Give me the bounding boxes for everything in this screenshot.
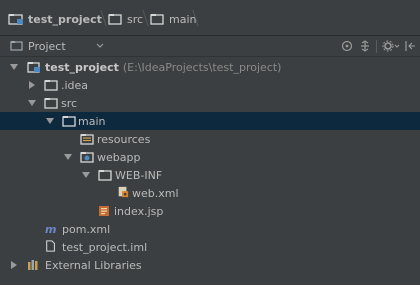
project-view-icon bbox=[10, 41, 23, 51]
folder-icon bbox=[44, 80, 58, 91]
chevron-down-icon[interactable] bbox=[96, 43, 104, 49]
folder-icon bbox=[98, 170, 112, 181]
expand-arrow-icon[interactable] bbox=[82, 171, 90, 179]
web-folder-icon bbox=[80, 152, 94, 163]
project-folder-icon bbox=[8, 14, 23, 25]
tree-item-label: webapp bbox=[97, 150, 141, 164]
tree-item-pom-xml[interactable]: m pom.xml bbox=[0, 220, 420, 238]
tree-item-external-libraries[interactable]: External Libraries bbox=[0, 256, 420, 274]
iml-file-icon bbox=[46, 240, 55, 252]
folder-icon bbox=[44, 98, 58, 109]
project-tool-window-header: Project bbox=[0, 36, 420, 57]
project-path: (E:\IdeaProjects\test_project) bbox=[122, 60, 282, 74]
navigation-bar: test_project src main bbox=[0, 0, 420, 36]
scroll-from-source-icon[interactable] bbox=[341, 40, 353, 52]
svg-text:m: m bbox=[45, 223, 56, 235]
libraries-icon bbox=[28, 260, 38, 270]
expand-arrow-icon[interactable] bbox=[10, 63, 18, 71]
tree-item-label: main bbox=[78, 114, 106, 128]
resources-folder-icon bbox=[80, 134, 94, 145]
expand-arrow-icon[interactable] bbox=[64, 153, 72, 161]
tree-item-label: test_project.iml bbox=[62, 240, 148, 254]
hide-icon[interactable] bbox=[404, 40, 418, 52]
collapse-arrow-icon[interactable] bbox=[10, 261, 18, 269]
folder-icon bbox=[150, 14, 164, 25]
maven-file-icon: m bbox=[45, 223, 56, 235]
tree-item-iml[interactable]: test_project.iml bbox=[0, 238, 420, 256]
collapse-arrow-icon[interactable] bbox=[28, 81, 36, 89]
breadcrumb-label: test_project bbox=[28, 12, 102, 26]
toolbar-divider bbox=[376, 40, 377, 53]
gear-icon[interactable] bbox=[382, 40, 400, 52]
tree-item-label: resources bbox=[97, 132, 151, 146]
tree-item-web-xml[interactable]: web.xml bbox=[0, 184, 420, 202]
tree-item-test-project[interactable]: test_project (E:\IdeaProjects\test_proje… bbox=[0, 58, 420, 76]
tree-item-label: test_project bbox=[45, 60, 119, 74]
tree-item-web-inf[interactable]: WEB-INF bbox=[0, 166, 420, 184]
tree-item-index-jsp[interactable]: index.jsp bbox=[0, 202, 420, 220]
tree-item-label: External Libraries bbox=[45, 258, 142, 272]
collapse-all-icon[interactable] bbox=[359, 40, 371, 52]
breadcrumb-item-test-project[interactable]: test_project bbox=[8, 12, 102, 26]
tree-item-idea[interactable]: .idea bbox=[0, 76, 420, 94]
tree-item-src[interactable]: src bbox=[0, 94, 420, 112]
project-folder-icon bbox=[27, 62, 40, 73]
tree-item-webapp[interactable]: webapp bbox=[0, 148, 420, 166]
tree-item-label: WEB-INF bbox=[115, 168, 163, 182]
tree-item-label: web.xml bbox=[132, 186, 179, 200]
project-tree: test_project (E:\IdeaProjects\test_proje… bbox=[0, 57, 420, 285]
tree-item-label: index.jsp bbox=[114, 204, 164, 218]
tree-item-label: src bbox=[61, 96, 78, 110]
expand-arrow-icon[interactable] bbox=[46, 117, 54, 125]
tree-item-label: pom.xml bbox=[62, 222, 111, 236]
expand-arrow-icon[interactable] bbox=[28, 99, 36, 107]
tree-item-resources[interactable]: resources bbox=[0, 130, 420, 148]
tree-item-main[interactable]: main bbox=[0, 112, 420, 130]
folder-icon bbox=[108, 14, 122, 25]
tree-item-label: .idea bbox=[61, 78, 89, 92]
tool-window-title[interactable]: Project bbox=[28, 40, 66, 53]
